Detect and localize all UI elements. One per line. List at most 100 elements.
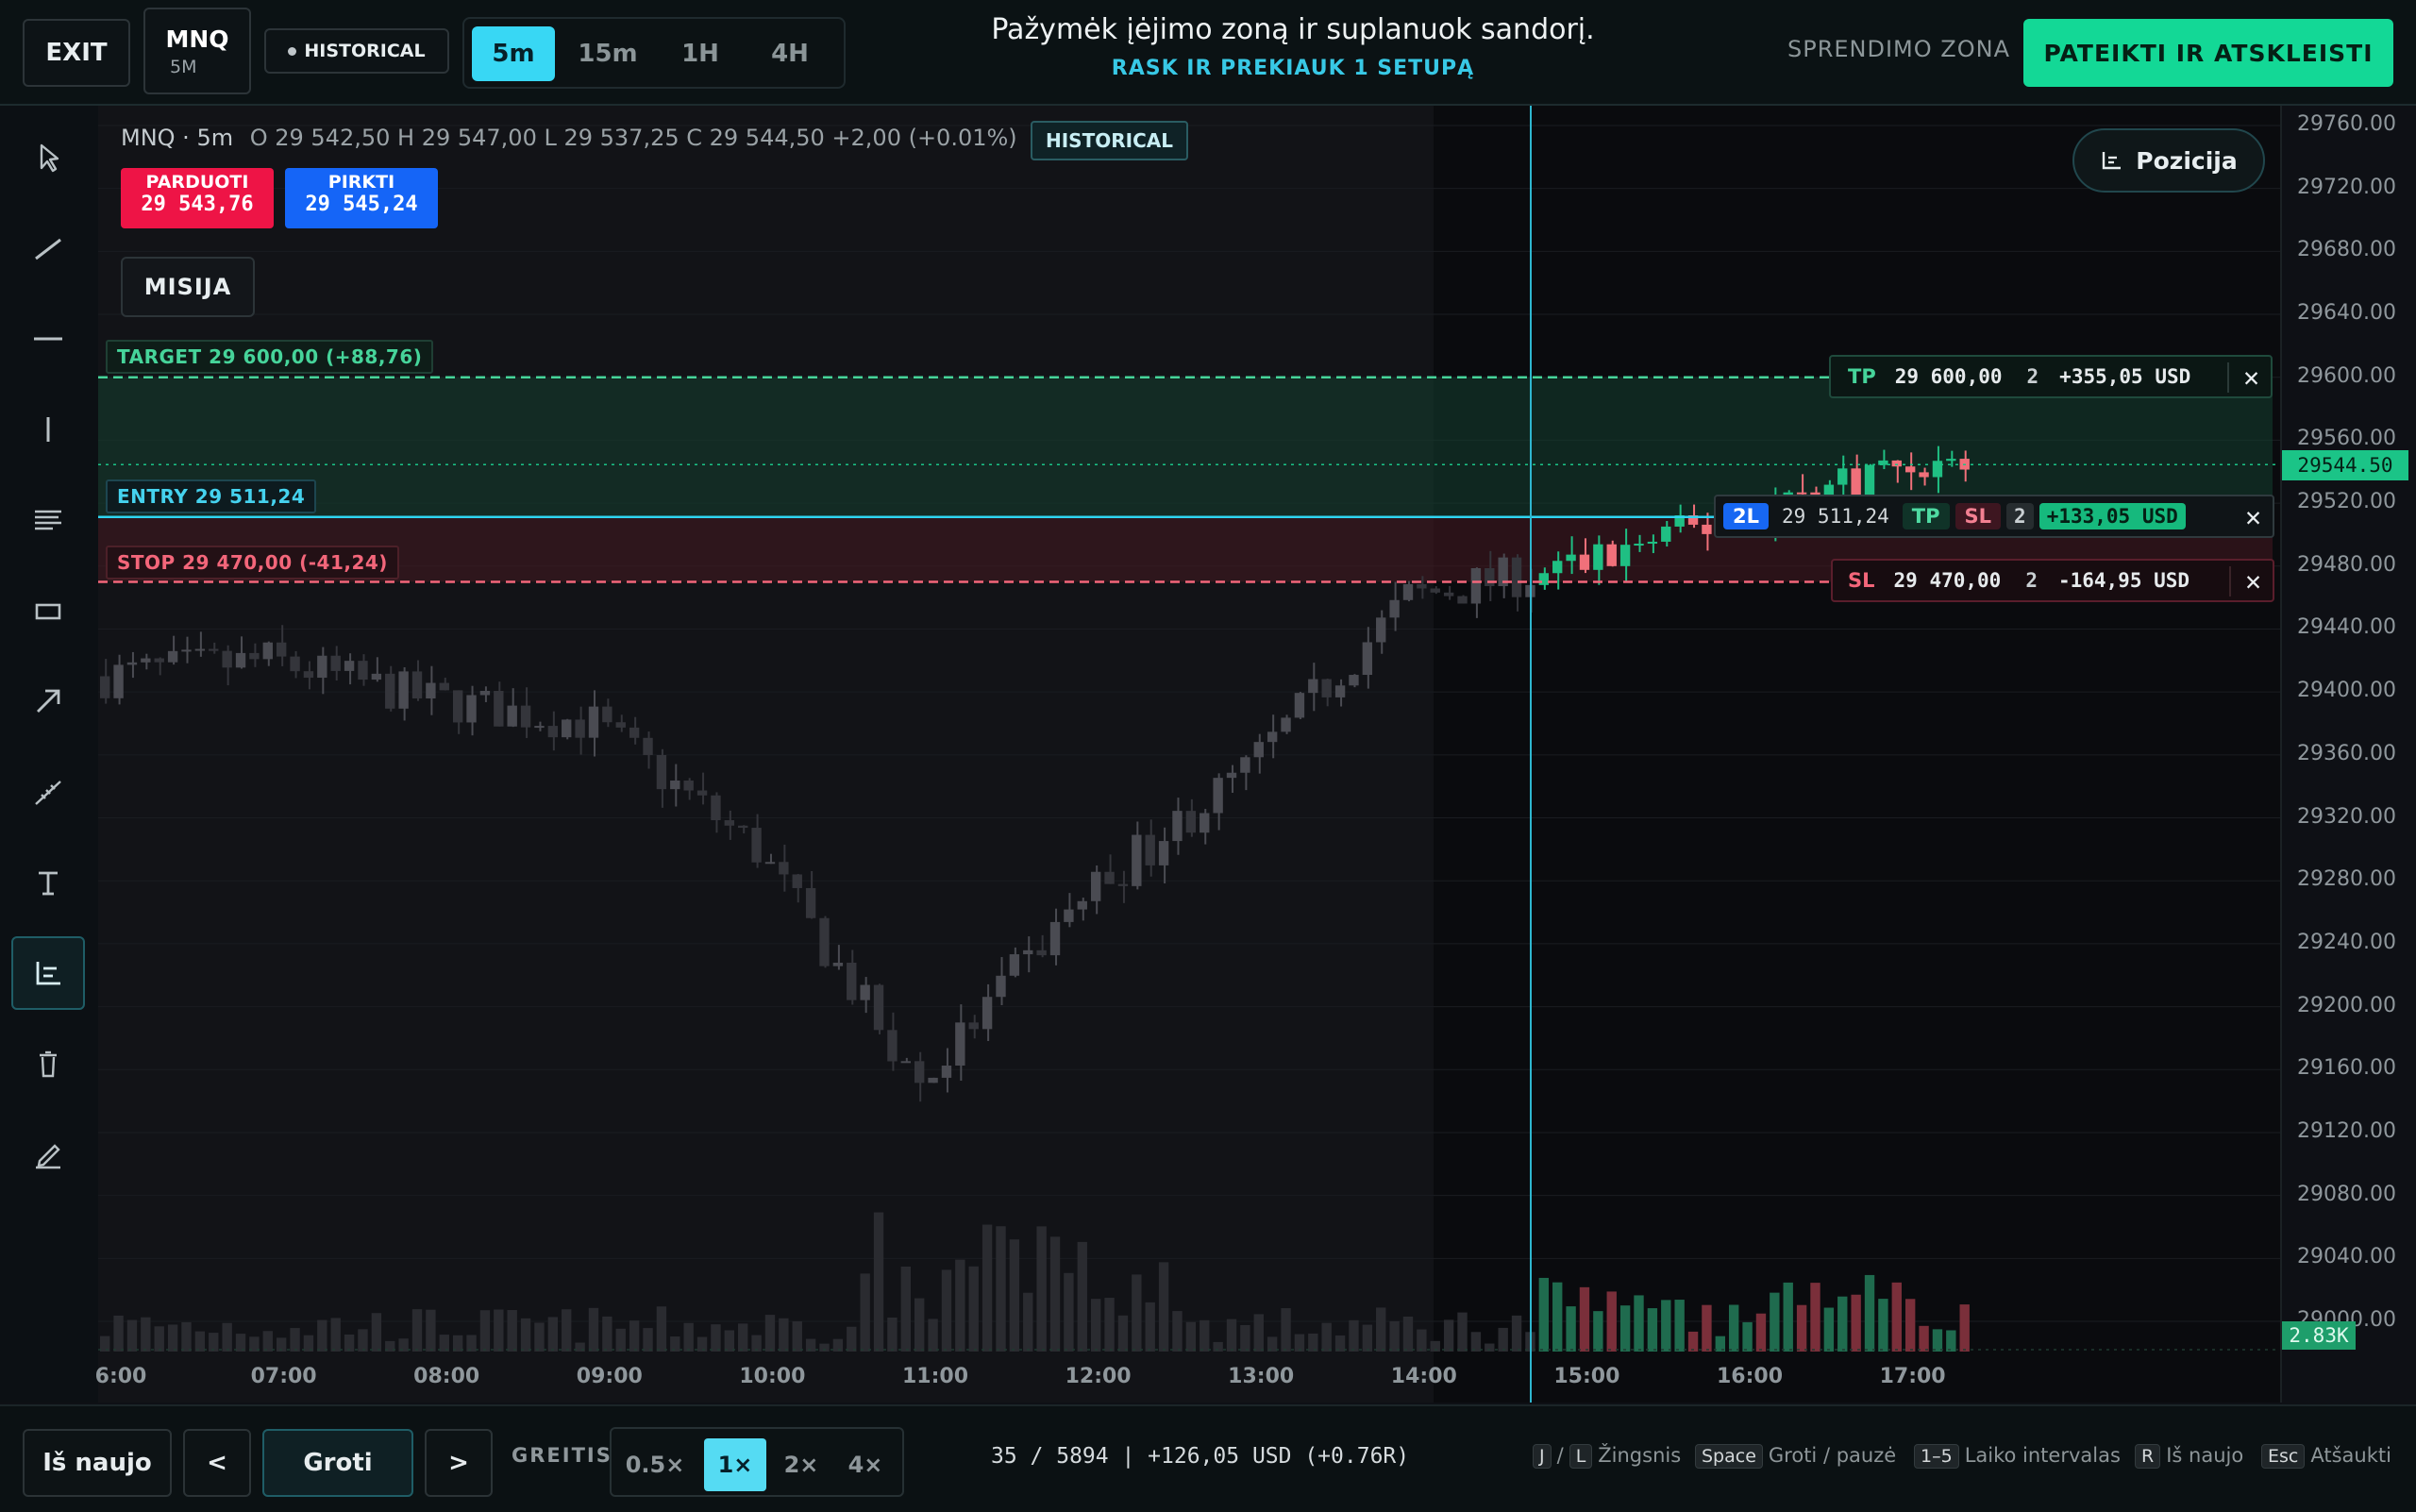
take-profit-order[interactable]: TP 29 600,00 2 +355,05 USD ✕ [1829, 355, 2273, 398]
current-price-label: 29544.50 [2282, 450, 2408, 480]
candle [696, 790, 708, 796]
candle [1294, 693, 1305, 718]
price-tick: 29560.00 [2297, 427, 2396, 451]
price-tick: 29040.00 [2297, 1245, 2396, 1269]
volume-bar [1579, 1286, 1590, 1352]
volume-bar [1117, 1315, 1129, 1352]
candle [1049, 921, 1061, 956]
volume-bar [222, 1322, 232, 1352]
volume-bar [1402, 1316, 1414, 1352]
candle [1281, 717, 1291, 732]
candle [1402, 584, 1414, 600]
close-position-icon[interactable]: ✕ [2245, 501, 2261, 532]
volume-bar [398, 1338, 409, 1352]
sell-label: PARDUOTI [145, 172, 249, 193]
candle [507, 705, 517, 727]
speed-1x[interactable]: 1× [704, 1438, 766, 1491]
buy-button[interactable]: PIRKTI 29 545,24 [285, 168, 438, 228]
mission-button[interactable]: MISIJA [121, 257, 255, 317]
volume-bar [466, 1335, 477, 1352]
price-tick: 29440.00 [2297, 615, 2396, 640]
candle [1321, 679, 1332, 697]
candle [941, 1065, 952, 1078]
stop-loss-order[interactable]: SL 29 470,00 2 -164,95 USD ✕ [1831, 559, 2274, 602]
price-tick: 29160.00 [2297, 1056, 2396, 1081]
close-sl-icon[interactable]: ✕ [2245, 565, 2261, 596]
position-button[interactable]: Pozicija [2072, 128, 2265, 193]
speed-4x[interactable]: 4× [834, 1438, 897, 1491]
step-back-button[interactable]: < [183, 1429, 251, 1497]
time-tick: 13:00 [1228, 1365, 1295, 1388]
volume-bar [615, 1328, 626, 1352]
step-forward-button[interactable]: > [425, 1429, 493, 1497]
candle [1470, 567, 1482, 604]
position-pnl: +133,05 USD [2038, 503, 2186, 529]
candle [411, 671, 423, 699]
volume-bar [1457, 1312, 1468, 1352]
candle [982, 997, 993, 1030]
candle [385, 673, 395, 709]
volume-bar [1864, 1274, 1875, 1352]
candle [1430, 588, 1440, 593]
candle [1579, 554, 1590, 570]
candle [711, 795, 721, 821]
volume-bar [847, 1326, 857, 1352]
candle [779, 862, 789, 875]
price-tick: 29400.00 [2297, 679, 2396, 703]
position-tp-chip[interactable]: TP [1902, 503, 1950, 529]
volume-bar [1200, 1319, 1210, 1352]
play-button[interactable]: Groti [262, 1429, 413, 1497]
volume-bar [181, 1321, 192, 1352]
candle [928, 1077, 938, 1084]
sell-button[interactable]: PARDUOTI 29 543,76 [121, 168, 274, 228]
candle [764, 862, 776, 865]
target-level-label[interactable]: TARGET 29 600,00 (+88,76) [106, 340, 434, 374]
sl-pnl: -164,95 USD [2057, 569, 2190, 592]
candle [955, 1022, 965, 1066]
candle [1619, 545, 1631, 566]
candle [1661, 526, 1671, 542]
volume-bar [792, 1320, 802, 1352]
volume-bar [426, 1309, 436, 1352]
candle [575, 719, 585, 738]
candle [819, 917, 830, 966]
volume-bar [873, 1212, 884, 1352]
candle [317, 655, 327, 679]
restart-button[interactable]: Iš naujo [23, 1429, 172, 1497]
entry-level-label[interactable]: ENTRY 29 511,24 [106, 479, 317, 513]
price-tick: 29240.00 [2297, 930, 2396, 954]
candle [167, 650, 178, 663]
volume-bar [1891, 1282, 1902, 1352]
sell-price: 29 543,76 [141, 193, 254, 216]
price-tick: 29120.00 [2297, 1118, 2396, 1143]
candle [1864, 464, 1875, 499]
volume-bar [1742, 1321, 1753, 1352]
stop-level-label[interactable]: STOP 29 470,00 (-41,24) [106, 546, 399, 580]
hint-restart: R Iš naujo [2135, 1444, 2243, 1469]
position-sl-chip[interactable]: SL [1955, 503, 2002, 529]
candle [1389, 599, 1400, 618]
candle [1349, 675, 1359, 686]
speed-0-5x[interactable]: 0.5× [619, 1438, 691, 1491]
volume-bar [1240, 1324, 1250, 1352]
candle [1077, 900, 1087, 910]
volume-bar [1566, 1306, 1576, 1352]
open-position-row[interactable]: 2L 29 511,24 TP SL 2 +133,05 USD ✕ [1714, 495, 2274, 538]
volume-bar [1253, 1314, 1264, 1352]
volume-bar [358, 1329, 368, 1352]
time-tick: 07:00 [250, 1365, 317, 1388]
volume-bar [832, 1338, 844, 1352]
volume-bar [1687, 1331, 1699, 1352]
volume-bar [955, 1259, 965, 1352]
time-tick: 10:00 [739, 1365, 806, 1388]
close-tp-icon[interactable]: ✕ [2243, 361, 2259, 393]
volume-bar [1321, 1322, 1332, 1352]
volume-bar [1158, 1262, 1169, 1352]
candle [1919, 472, 1929, 478]
candle [1552, 561, 1563, 574]
candle [426, 682, 436, 699]
speed-2x[interactable]: 2× [770, 1438, 832, 1491]
volume-bar [602, 1316, 612, 1352]
candle [683, 781, 694, 791]
candle [914, 1061, 925, 1084]
